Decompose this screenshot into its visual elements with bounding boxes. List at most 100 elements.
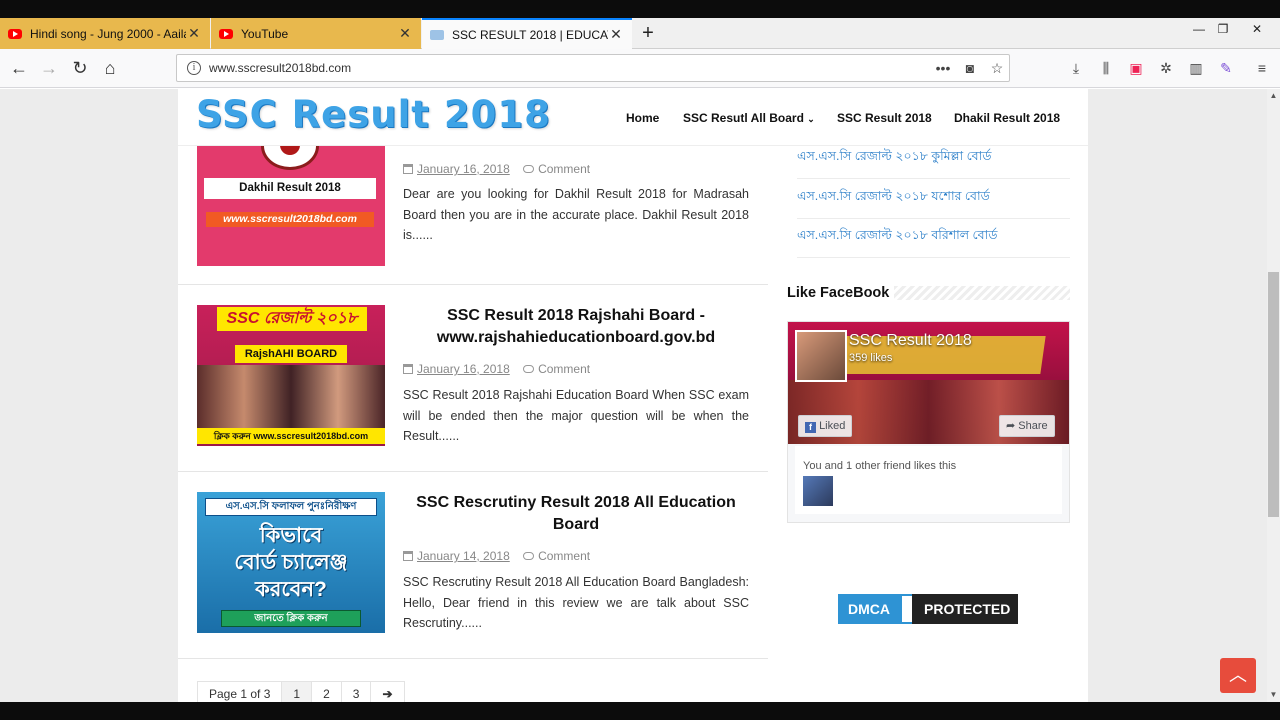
back-to-top-button[interactable]: ︿ xyxy=(1220,658,1256,693)
post-meta: January 16, 2018 Comment xyxy=(403,162,590,176)
thumb-label: Dakhil Result 2018 xyxy=(204,178,376,199)
post-thumbnail[interactable]: Dakhil Result 2018 www.sscresult2018bd.c… xyxy=(197,126,385,266)
pocket-icon[interactable]: ◙ xyxy=(960,58,980,78)
calendar-icon xyxy=(403,164,413,174)
comment-link[interactable]: Comment xyxy=(538,362,590,376)
facebook-page-plugin: SSC Result 2018 359 likes f Liked ➦ Shar… xyxy=(787,321,1070,523)
extension-icon[interactable]: ▣ xyxy=(1126,58,1146,78)
home-icon[interactable]: ⌂ xyxy=(97,55,123,81)
window-close-icon[interactable]: ✕ xyxy=(1242,18,1272,40)
thumb-band: SSC রেজাল্ট ২০১৮ xyxy=(217,307,367,331)
scrollbar-thumb[interactable] xyxy=(1268,272,1279,517)
share-icon: ➦ xyxy=(1006,420,1016,432)
page-link-3[interactable]: 3 xyxy=(340,681,372,702)
post-excerpt: Dear are you looking for Dakhil Result 2… xyxy=(403,187,749,242)
restore-icon[interactable]: ❐ xyxy=(1208,18,1238,40)
post-excerpt: SSC Rescrutiny Result 2018 All Education… xyxy=(403,575,749,630)
forward-icon[interactable]: → xyxy=(36,55,62,81)
comment-link[interactable]: Comment xyxy=(538,162,590,176)
page-actions-icon[interactable]: ••• xyxy=(933,58,953,78)
comment-icon xyxy=(523,552,535,560)
info-icon[interactable]: i xyxy=(187,61,201,75)
bookmark-star-icon[interactable]: ☆ xyxy=(987,58,1007,78)
facebook-likes-count: 359 likes xyxy=(849,352,893,364)
page-link-2[interactable]: 2 xyxy=(311,681,342,702)
reload-icon[interactable]: ↻ xyxy=(67,55,93,81)
tab-youtube[interactable]: YouTube ✕ xyxy=(211,18,421,49)
settings-gear-icon[interactable]: ✲ xyxy=(1156,58,1176,78)
post-title[interactable]: SSC Result 2018 Rajshahi Board - www.raj… xyxy=(403,305,749,349)
close-icon[interactable]: ✕ xyxy=(608,26,624,43)
os-top-bar xyxy=(0,0,1280,18)
url-text[interactable]: www.sscresult2018bd.com xyxy=(209,61,351,75)
download-icon[interactable]: ⤓ xyxy=(1066,58,1086,78)
facebook-cover-photo[interactable]: SSC Result 2018 359 likes f Liked ➦ Shar… xyxy=(788,322,1069,444)
tab-hindi-song[interactable]: Hindi song - Jung 2000 - Aaila ✕ xyxy=(0,18,210,49)
menu-label: SSC Resutl All Board xyxy=(683,111,804,125)
comment-icon xyxy=(523,365,535,373)
thumb-button: জানতে ক্লিক করুন xyxy=(221,610,361,627)
close-icon[interactable]: ✕ xyxy=(397,25,413,42)
back-icon[interactable]: ← xyxy=(6,55,32,81)
pagination: Page 1 of 3 1 2 3 ➔ xyxy=(197,681,405,702)
menu-dhakil-result-2018[interactable]: Dhakil Result 2018 xyxy=(954,111,1060,125)
library-icon[interactable]: ⫼ xyxy=(1096,58,1116,78)
url-bar[interactable]: i www.sscresult2018bd.com ••• ◙ ☆ xyxy=(176,54,1010,82)
share-label: Share xyxy=(1018,420,1048,432)
chevron-up-icon: ︿ xyxy=(1229,665,1247,685)
thumb-top-label: এস.এস.সি ফলাফল পুনঃনিরীক্ষণ xyxy=(205,498,377,516)
arrow-right-icon[interactable]: ➔ xyxy=(370,681,405,702)
thumb-line: বোর্ড চ্যালেঞ্জ xyxy=(234,551,348,574)
facebook-share-button[interactable]: ➦ Share xyxy=(999,415,1055,437)
sidebar-link-comilla[interactable]: এস.এস.সি রেজাল্ট ২০১৮ কুমিল্লা বোর্ড xyxy=(797,148,1070,179)
post-date[interactable]: January 14, 2018 xyxy=(417,549,510,563)
thumb-line: কিভাবে xyxy=(259,524,323,547)
page-content: SSC Result 2018 Home SSC Resutl All Boar… xyxy=(178,89,1088,702)
pen-icon[interactable]: ✎ xyxy=(1216,58,1236,78)
tab-title: YouTube xyxy=(241,26,289,41)
post-date[interactable]: January 16, 2018 xyxy=(417,162,510,176)
youtube-icon xyxy=(219,28,233,39)
youtube-icon xyxy=(8,28,22,39)
thumb-heading: কিভাবে বোর্ড চ্যালেঞ্জ করবেন? xyxy=(197,522,385,603)
facebook-icon: f xyxy=(805,422,816,433)
comment-link[interactable]: Comment xyxy=(538,549,590,563)
sidebar-icon[interactable]: ▥ xyxy=(1186,58,1206,78)
facebook-page-avatar[interactable] xyxy=(795,330,847,382)
post-item: SSC রেজাল্ট ২০১৮ RajshAHI BOARD ক্লিক কর… xyxy=(178,286,768,472)
widget-title-divider xyxy=(894,286,1070,300)
post-thumbnail[interactable]: এস.এস.সি ফলাফল পুনঃনিরীক্ষণ কিভাবে বোর্ড… xyxy=(197,492,385,633)
facebook-page-name[interactable]: SSC Result 2018 xyxy=(849,332,972,350)
post-title[interactable]: SSC Rescrutiny Result 2018 All Education… xyxy=(403,492,749,536)
facebook-liked-button[interactable]: f Liked xyxy=(798,415,853,437)
dmca-label: DMCA xyxy=(838,594,902,624)
thumb-label: RajshAHI BOARD xyxy=(235,345,347,363)
sidebar-link-barisal[interactable]: এস.এস.সি রেজাল্ট ২০১৮ বরিশাল বোর্ড xyxy=(797,227,1070,258)
liked-label: Liked xyxy=(819,420,846,432)
scroll-down-icon[interactable]: ▼ xyxy=(1267,689,1280,701)
menu-ssc-result-2018[interactable]: SSC Result 2018 xyxy=(837,111,932,125)
tab-ssc-result[interactable]: SSC RESULT 2018 | EDUCATION ✕ xyxy=(422,18,632,49)
page-count-label: Page 1 of 3 xyxy=(197,681,283,702)
post-meta: January 16, 2018 Comment xyxy=(403,362,590,376)
post-item: এস.এস.সি ফলাফল পুনঃনিরীক্ষণ কিভাবে বোর্ড… xyxy=(178,473,768,659)
menu-hamburger-icon[interactable]: ≡ xyxy=(1252,58,1272,78)
menu-all-board[interactable]: SSC Resutl All Board ⌄ xyxy=(683,111,815,125)
menu-home[interactable]: Home xyxy=(626,111,659,125)
students-photo xyxy=(197,365,385,429)
friend-avatar[interactable] xyxy=(803,476,833,506)
calendar-icon xyxy=(403,364,413,374)
post-thumbnail[interactable]: SSC রেজাল্ট ২০১৮ RajshAHI BOARD ক্লিক কর… xyxy=(197,305,385,446)
site-logo[interactable]: SSC Result 2018 xyxy=(196,93,551,136)
sidebar-link-jessore[interactable]: এস.এস.সি রেজাল্ট ২০১৮ যশোর বোর্ড xyxy=(797,188,1070,219)
os-bottom-bar xyxy=(0,702,1280,720)
post-date[interactable]: January 16, 2018 xyxy=(417,362,510,376)
page-link-1[interactable]: 1 xyxy=(281,681,313,702)
thumb-url: ক্লিক করুন www.sscresult2018bd.com xyxy=(197,428,385,444)
close-icon[interactable]: ✕ xyxy=(186,25,202,42)
scroll-up-icon[interactable]: ▲ xyxy=(1267,90,1280,102)
dmca-protected-label: PROTECTED xyxy=(912,594,1018,624)
dmca-badge[interactable]: DMCA PROTECTED xyxy=(838,594,1018,624)
new-tab-button[interactable]: + xyxy=(636,18,660,49)
thumb-line: করবেন? xyxy=(255,578,327,601)
